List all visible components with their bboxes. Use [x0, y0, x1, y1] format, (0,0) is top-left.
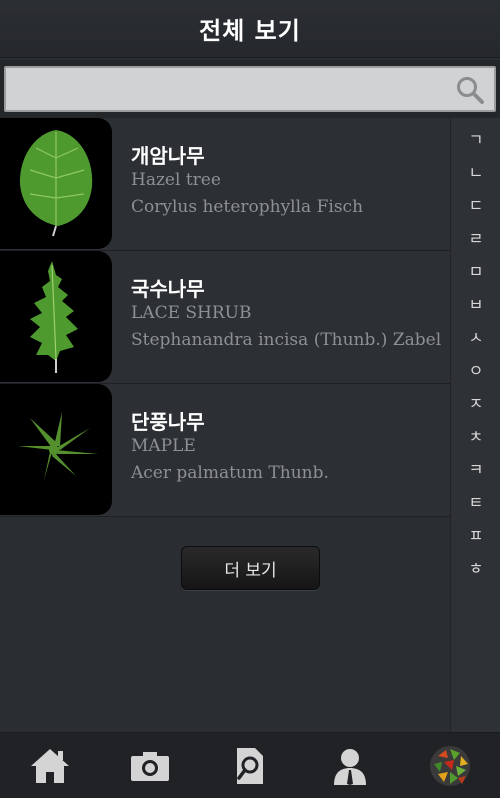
lace-shrub-leaf-icon — [30, 261, 78, 373]
bottom-tab-bar — [0, 732, 500, 798]
index-letter[interactable]: ㅈ — [451, 392, 500, 416]
index-letter[interactable]: ㅁ — [451, 260, 500, 284]
index-letter[interactable]: ㄱ — [451, 128, 500, 152]
tab-camera[interactable] — [100, 733, 200, 798]
hazel-leaf-icon — [19, 130, 93, 237]
tree-name-english: Hazel tree — [131, 170, 221, 190]
search-box[interactable] — [4, 66, 496, 112]
tree-list: 개암나무 Hazel tree Corylus heterophylla Fis… — [0, 118, 450, 517]
index-letter[interactable]: ㅊ — [451, 425, 500, 449]
index-letter[interactable]: ㅎ — [451, 557, 500, 581]
tree-name-korean: 단풍나무 — [131, 410, 205, 434]
camera-icon — [131, 752, 169, 781]
index-letter[interactable]: ㅌ — [451, 491, 500, 515]
list-item[interactable]: 단풍나무 MAPLE Acer palmatum Thunb. — [0, 384, 450, 517]
leaf-thumbnail — [0, 384, 112, 515]
more-section: 더 보기 — [0, 515, 450, 615]
app-header: 전체 보기 — [0, 0, 500, 58]
search-input[interactable] — [6, 68, 446, 110]
index-letter[interactable]: ㅂ — [451, 293, 500, 317]
tree-name-scientific: Corylus heterophylla Fisch — [131, 197, 364, 217]
index-letter[interactable]: ㅇ — [451, 359, 500, 383]
tab-home[interactable] — [0, 733, 100, 798]
search-bar — [0, 60, 500, 118]
index-letter[interactable]: ㄷ — [451, 194, 500, 218]
index-letter[interactable]: ㅅ — [451, 326, 500, 350]
index-letter[interactable]: ㅋ — [451, 458, 500, 482]
list-item[interactable]: 국수나무 LACE SHRUB Stephanandra incisa (Thu… — [0, 251, 450, 384]
page-title: 전체 보기 — [199, 17, 301, 45]
consonant-index-bar[interactable]: ㄱ ㄴ ㄷ ㄹ ㅁ ㅂ ㅅ ㅇ ㅈ ㅊ ㅋ ㅌ ㅍ ㅎ — [450, 118, 500, 732]
tree-name-scientific: Acer palmatum Thunb. — [131, 463, 329, 483]
index-letter[interactable]: ㄴ — [451, 161, 500, 185]
search-icon[interactable] — [454, 74, 486, 106]
maple-leaf-icon — [18, 412, 98, 480]
tree-name-english: LACE SHRUB — [131, 303, 252, 323]
index-letter[interactable]: ㅍ — [451, 524, 500, 548]
tree-name-scientific: Stephanandra incisa (Thunb.) Zabel — [131, 330, 442, 350]
leaf-thumbnail — [0, 251, 112, 382]
tab-profile[interactable] — [300, 733, 400, 798]
tree-name-korean: 국수나무 — [131, 277, 205, 301]
tree-name-english: MAPLE — [131, 436, 196, 456]
tab-collection[interactable] — [400, 733, 500, 798]
more-button[interactable]: 더 보기 — [181, 546, 320, 590]
home-icon — [31, 749, 69, 783]
tree-name-korean: 개암나무 — [131, 144, 205, 168]
index-letter[interactable]: ㄹ — [451, 227, 500, 251]
list-item[interactable]: 개암나무 Hazel tree Corylus heterophylla Fis… — [0, 118, 450, 251]
document-search-icon — [237, 748, 263, 784]
leaf-collage-icon — [430, 746, 470, 786]
person-icon — [334, 749, 366, 785]
leaf-thumbnail — [0, 118, 112, 249]
tab-search-document[interactable] — [200, 733, 300, 798]
